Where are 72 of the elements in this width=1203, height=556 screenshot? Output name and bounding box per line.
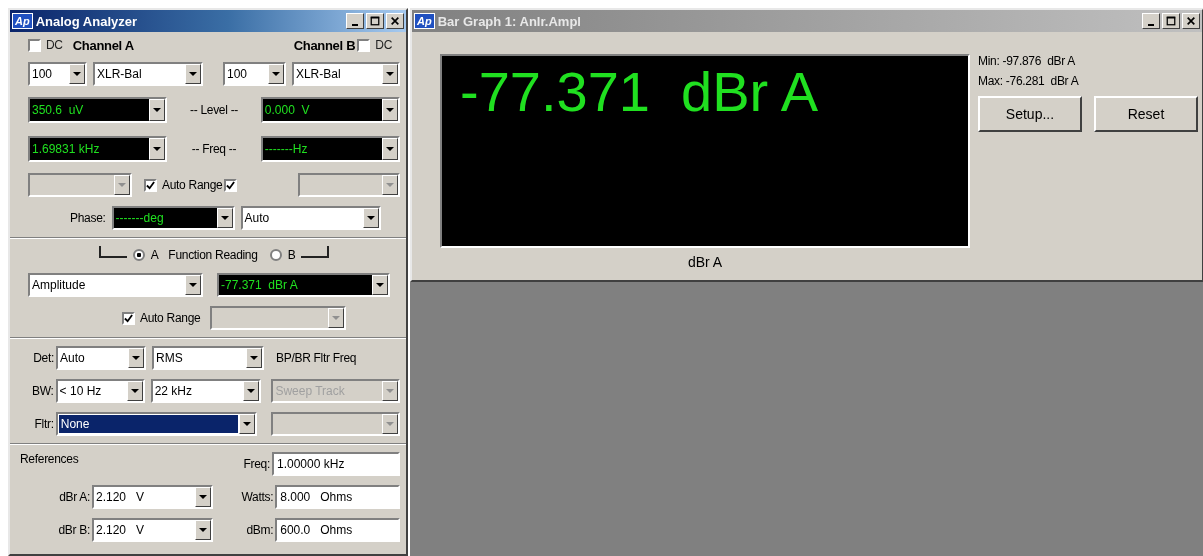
app-logo: Ap xyxy=(414,13,435,29)
max-label: Max: -76.281 dBr A xyxy=(978,74,1080,88)
dropdown[interactable]: RMS xyxy=(152,346,264,370)
auto-range-label: Auto Range xyxy=(140,311,201,325)
close-icon xyxy=(390,16,400,26)
dropdown[interactable]: XLR-Bal xyxy=(93,62,203,86)
checkbox[interactable] xyxy=(357,38,371,52)
fltr-label: Fltr: xyxy=(33,417,54,431)
reading-value: -77.371 dBr A xyxy=(460,60,818,123)
maximize-icon xyxy=(370,16,380,26)
reading-dropdown[interactable]: -------Hz xyxy=(260,136,400,162)
det-label: Det: xyxy=(32,351,54,365)
maximize-icon xyxy=(1166,16,1176,26)
freq-label: -- Freq -- xyxy=(190,142,238,156)
dropdown[interactable]: 2.120 V xyxy=(92,518,213,542)
references-label: References xyxy=(20,452,79,466)
minimize-icon xyxy=(1148,23,1154,26)
channel-label: Channel A xyxy=(72,37,134,53)
filter-freq-label: BP/BR Fltr Freq xyxy=(276,351,357,365)
bracket-line xyxy=(301,246,330,258)
reading-dropdown[interactable]: -77.371 dBr A xyxy=(217,273,390,297)
minimize-button[interactable] xyxy=(346,13,364,29)
dropdown[interactable]: Auto xyxy=(56,346,146,370)
reading-dropdown[interactable]: -------deg xyxy=(111,206,235,230)
checkbox[interactable] xyxy=(144,178,157,192)
freq-label: Freq: xyxy=(243,457,270,471)
dropdown[interactable]: 100 xyxy=(223,62,286,86)
dropdown[interactable]: XLR-Bal xyxy=(291,62,400,86)
dropdown[interactable]: < 10 Hz xyxy=(55,379,145,403)
dropdown[interactable]: 22 kHz xyxy=(150,379,262,403)
function-reading-label: Function Reading xyxy=(168,248,258,262)
dc-label: DC xyxy=(375,38,392,52)
dropdown[interactable]: Amplitude xyxy=(28,273,203,297)
watts-field[interactable]: 8.000 Ohms xyxy=(275,485,400,509)
dbr-a-label: dBr A: xyxy=(58,490,90,504)
window-title: Bar Graph 1: Anlr.Ampl xyxy=(437,13,582,29)
reading-dropdown[interactable]: 1.69831 kHz xyxy=(28,136,168,162)
reset-button[interactable]: Reset xyxy=(1094,96,1198,132)
dropdown[interactable]: Auto xyxy=(240,206,381,230)
dropdown[interactable]: None xyxy=(55,412,258,436)
reading-dropdown[interactable]: 0.000 V xyxy=(260,97,400,123)
checkbox[interactable] xyxy=(28,38,41,52)
radio-label: B xyxy=(287,248,296,262)
close-button[interactable] xyxy=(386,13,404,29)
radio-button[interactable] xyxy=(132,249,145,261)
radio-label: A xyxy=(150,248,159,262)
auto-range-label: Auto Range xyxy=(162,178,223,192)
freq-field[interactable]: 1.00000 kHz xyxy=(272,452,400,476)
dbr-b-label: dBr B: xyxy=(57,523,90,537)
minimize-icon xyxy=(352,23,358,26)
level-label: -- Level -- xyxy=(189,103,240,117)
maximize-button[interactable] xyxy=(366,13,384,29)
checkbox[interactable] xyxy=(224,178,238,192)
dbm-label: dBm: xyxy=(245,523,274,537)
dc-label: DC xyxy=(46,38,63,52)
dropdown[interactable]: 2.120 V xyxy=(92,485,213,509)
watts-label: Watts: xyxy=(240,490,274,504)
unit-label: dBr A xyxy=(687,254,723,270)
radio-button[interactable] xyxy=(269,249,282,261)
window-title: Analog Analyzer xyxy=(35,13,139,29)
bw-label: BW: xyxy=(31,384,54,398)
dropdown[interactable]: 100 xyxy=(28,62,87,86)
checkbox[interactable] xyxy=(122,311,135,325)
app-logo: Ap xyxy=(12,13,33,29)
setup-button[interactable]: Setup... xyxy=(978,96,1082,132)
bracket-line xyxy=(98,246,127,258)
reading-dropdown[interactable]: 350.6 uV xyxy=(28,97,168,123)
phase-label: Phase: xyxy=(70,211,106,225)
dbm-field[interactable]: 600.0 Ohms xyxy=(275,518,400,542)
close-icon xyxy=(1186,16,1196,26)
channel-label: Channel B xyxy=(293,37,356,53)
min-label: Min: -97.876 dBr A xyxy=(978,54,1077,68)
